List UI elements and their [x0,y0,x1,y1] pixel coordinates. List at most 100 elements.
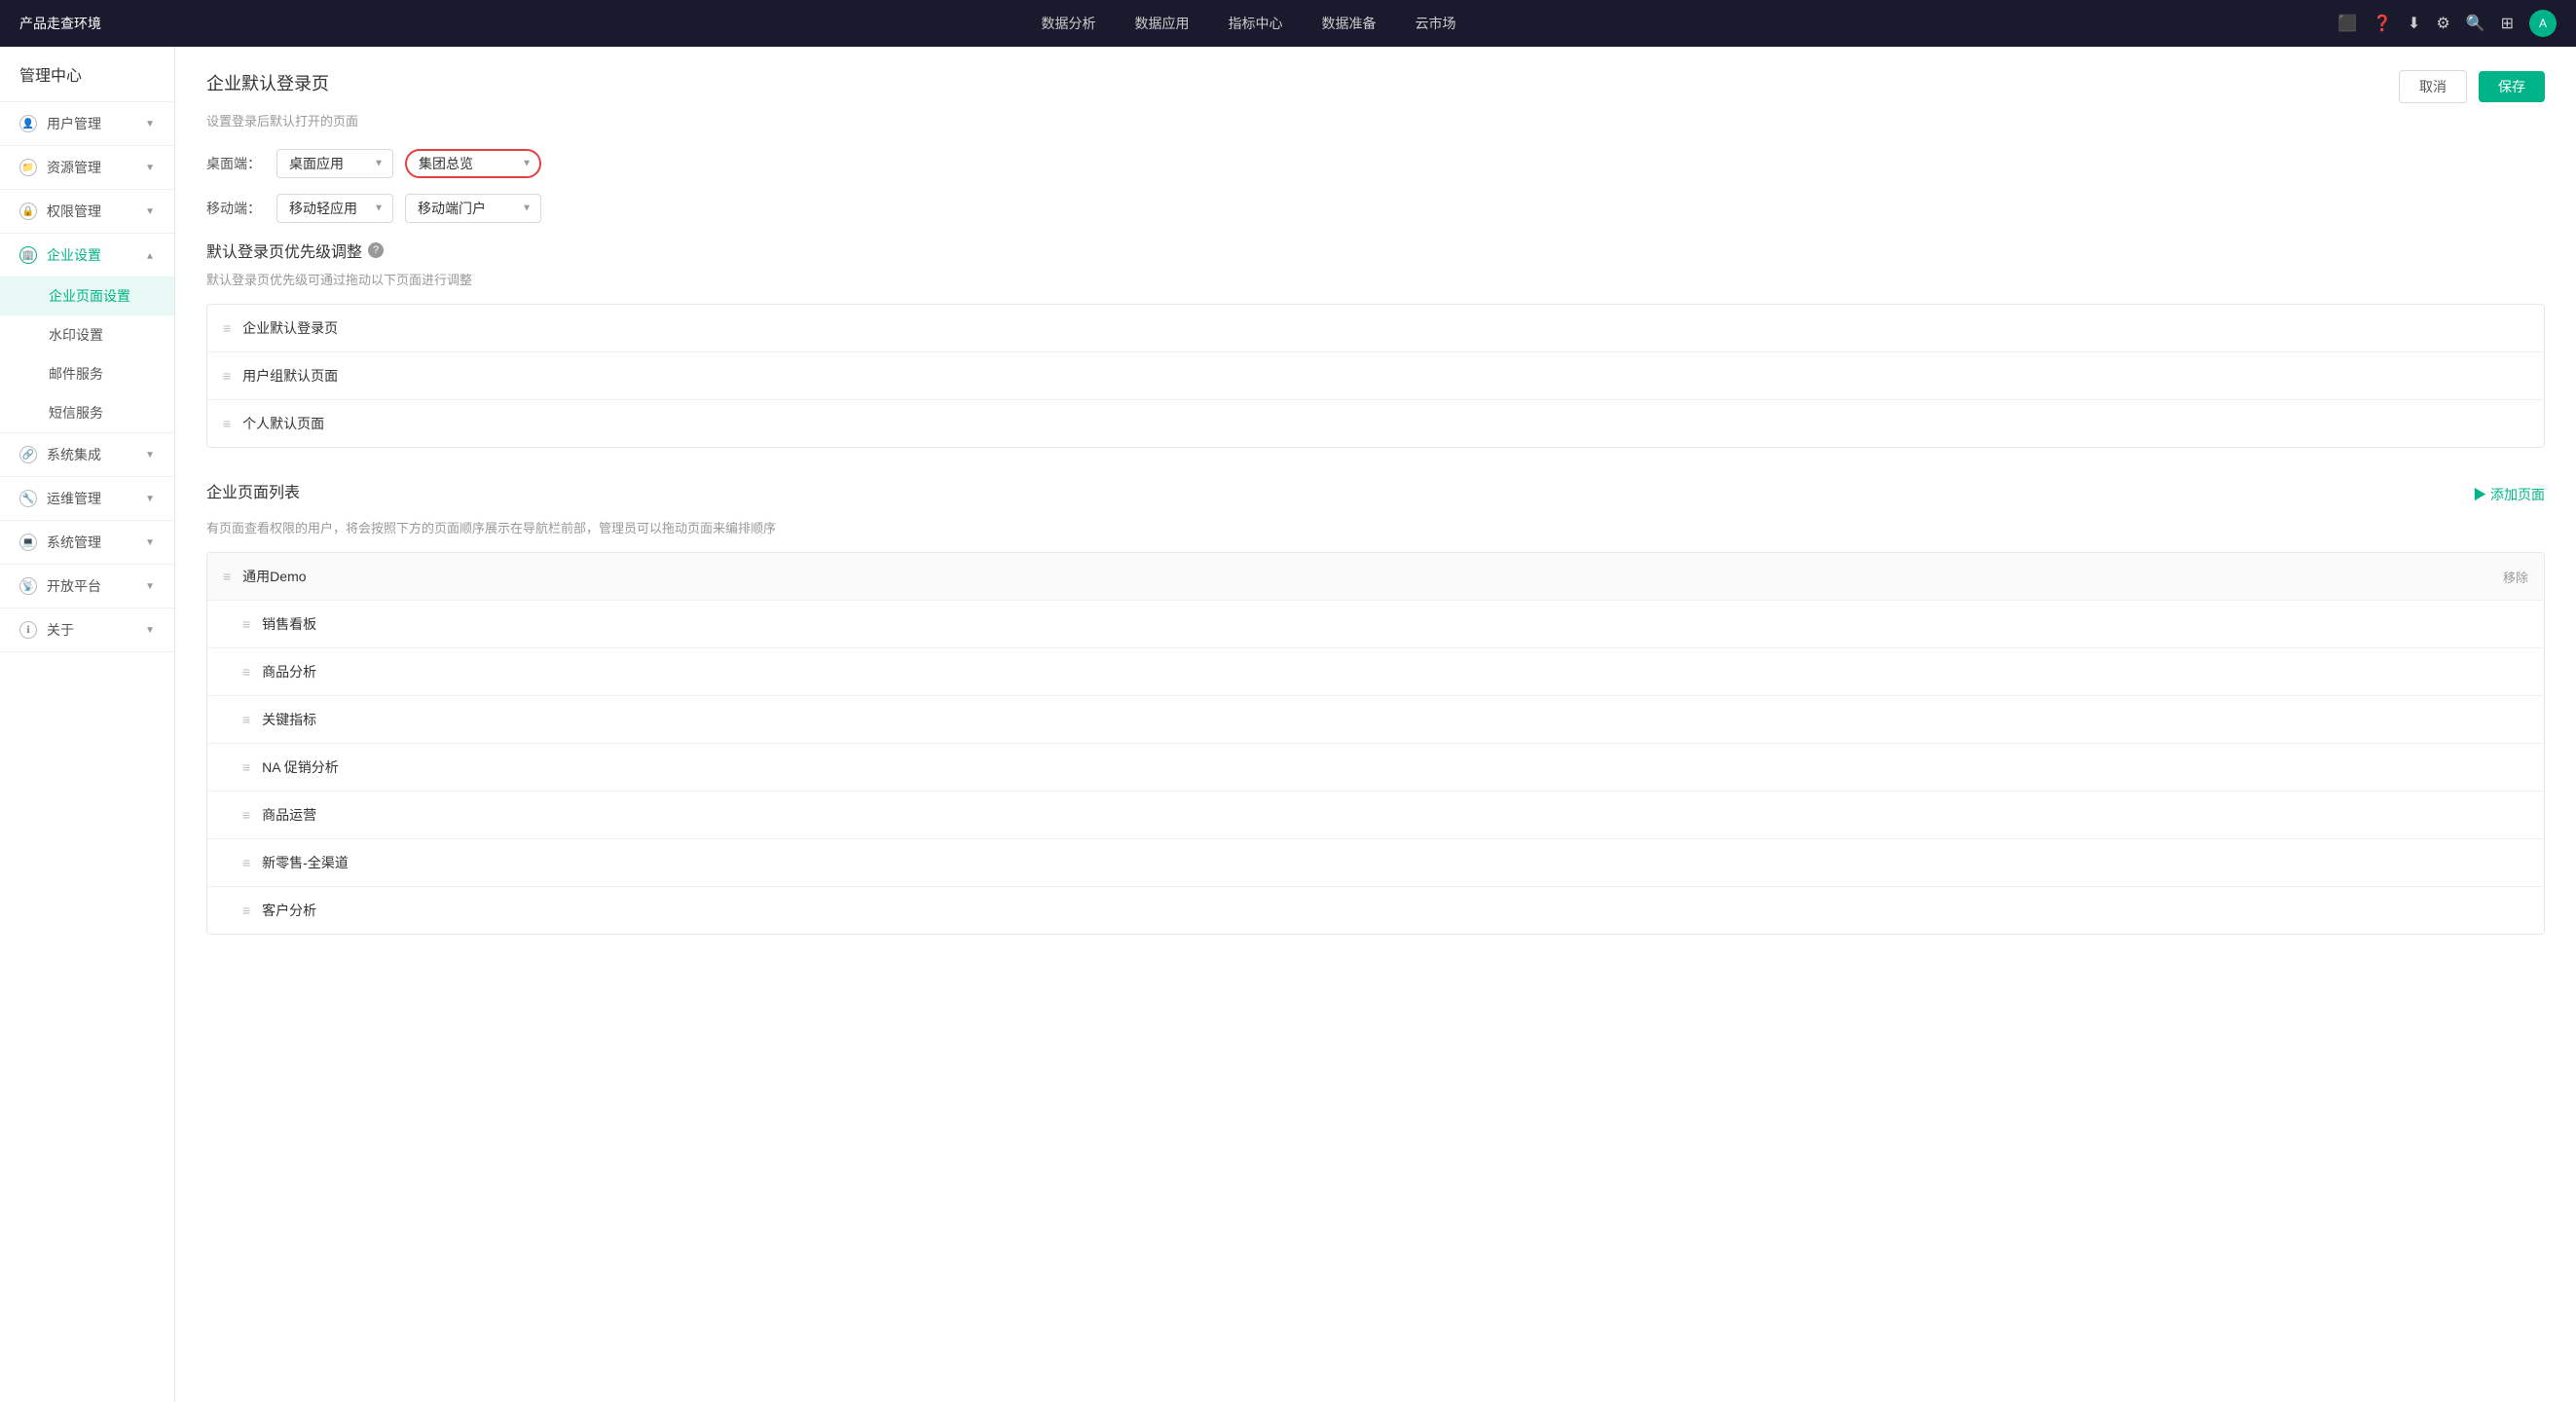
about-icon: ℹ [19,621,37,639]
sidebar-label-system-integration: 系统集成 [47,445,101,464]
page-group-general-demo: ≡ 通用Demo 移除 ≡ 销售看板 ≡ 商品分析 ≡ 关键指标 [207,553,2544,934]
sidebar-item-open-platform[interactable]: 📡 开放平台 ▼ [0,565,174,608]
permission-icon: 🔒 [19,203,37,220]
group-name-general-demo: 通用Demo [242,567,2491,586]
help-icon[interactable]: ❓ [2373,14,2392,33]
sidebar-group-system-integration: 🔗 系统集成 ▼ [0,433,174,477]
mobile-page-select[interactable]: 移动端门户 [405,194,541,223]
sidebar-group-open-platform: 📡 开放平台 ▼ [0,565,174,609]
priority-label-personal: 个人默认页面 [242,414,324,433]
chevron-permission-mgmt: ▼ [145,206,155,217]
layout: 管理中心 👤 用户管理 ▼ 📁 资源管理 ▼ [0,47,2576,1402]
page-name-na-promotion: NA 促销分析 [262,757,339,777]
drag-handle-group: ≡ [223,569,231,584]
nav-data-app[interactable]: 数据应用 [1135,10,1190,37]
sidebar-item-resource-mgmt[interactable]: 📁 资源管理 ▼ [0,146,174,189]
desktop-label: 桌面端： [206,154,265,173]
sidebar-label-about: 关于 [47,620,74,640]
save-button[interactable]: 保存 [2479,71,2545,102]
sidebar-sub-watermark-settings[interactable]: 水印设置 [0,315,174,354]
sidebar: 管理中心 👤 用户管理 ▼ 📁 资源管理 ▼ [0,47,175,1402]
cancel-button[interactable]: 取消 [2399,70,2467,103]
chevron-system-mgmt: ▼ [145,537,155,548]
sidebar-item-system-mgmt[interactable]: 💻 系统管理 ▼ [0,521,174,564]
page-item-new-retail[interactable]: ≡ 新零售-全渠道 [207,839,2544,887]
download-icon[interactable]: ⬇ [2408,14,2420,33]
page-list-subtitle: 有页面查看权限的用户，将会按照下方的页面顺序展示在导航栏前部，管理员可以拖动页面… [206,518,2545,536]
desktop-page-select-wrapper: 集团总览 ▼ [405,149,541,178]
drag-handle-customer-analysis: ≡ [242,903,250,918]
page-item-product-ops[interactable]: ≡ 商品运营 [207,792,2544,839]
priority-info-icon[interactable]: ? [368,242,384,258]
sidebar-sub-enterprise-page-settings[interactable]: 企业页面设置 [0,277,174,315]
monitor-icon[interactable]: ⬛ [2337,14,2357,33]
nav-metrics[interactable]: 指标中心 [1229,10,1283,37]
page-table: ≡ 通用Demo 移除 ≡ 销售看板 ≡ 商品分析 ≡ 关键指标 [206,552,2545,935]
chevron-enterprise-settings: ▼ [145,250,155,261]
chevron-user-mgmt: ▼ [145,119,155,129]
remove-group-button[interactable]: 移除 [2503,568,2528,586]
page-name-sales-dashboard: 销售看板 [262,614,316,634]
sidebar-item-permission-mgmt[interactable]: 🔒 权限管理 ▼ [0,190,174,233]
page-item-customer-analysis[interactable]: ≡ 客户分析 [207,887,2544,934]
open-icon: 📡 [19,577,37,595]
page-name-product-ops: 商品运营 [262,805,316,825]
sidebar-item-enterprise-settings[interactable]: 🏢 企业设置 ▼ [0,234,174,277]
page-name-product-analysis: 商品分析 [262,662,316,682]
sidebar-sub-sms-service[interactable]: 短信服务 [0,393,174,432]
page-header: 企业默认登录页 取消 保存 [206,70,2545,103]
page-list-section-header: 企业页面列表 ▶ 添加页面 [206,479,2545,510]
drag-handle-enterprise: ≡ [223,320,231,336]
integration-icon: 🔗 [19,446,37,463]
chevron-ops-mgmt: ▼ [145,494,155,504]
nav-cloud-market[interactable]: 云市场 [1416,10,1456,37]
page-name-new-retail: 新零售-全渠道 [262,853,349,872]
mobile-app-select[interactable]: 移动轻应用 [276,194,393,223]
drag-handle-na-promotion: ≡ [242,759,250,775]
desktop-page-select[interactable]: 集团总览 [405,149,541,178]
settings-icon[interactable]: ⚙ [2436,14,2449,33]
sidebar-item-about[interactable]: ℹ 关于 ▼ [0,609,174,651]
priority-item-personal[interactable]: ≡ 个人默认页面 [207,400,2544,447]
search-icon[interactable]: 🔍 [2466,14,2485,33]
desktop-app-select[interactable]: 桌面应用 [276,149,393,178]
page-item-key-metrics[interactable]: ≡ 关键指标 [207,696,2544,744]
mobile-label: 移动端： [206,199,265,218]
priority-list: ≡ 企业默认登录页 ≡ 用户组默认页面 ≡ 个人默认页面 [206,304,2545,448]
chevron-about: ▼ [145,625,155,636]
main-content: 企业默认登录页 取消 保存 设置登录后默认打开的页面 桌面端： 桌面应用 ▼ [175,47,2576,1402]
user-icon: 👤 [19,115,37,132]
drag-handle-key-metrics: ≡ [242,712,250,727]
sidebar-item-user-mgmt[interactable]: 👤 用户管理 ▼ [0,102,174,145]
priority-item-user-group[interactable]: ≡ 用户组默认页面 [207,352,2544,400]
add-page-button[interactable]: ▶ 添加页面 [2473,485,2545,504]
header-actions: 取消 保存 [2399,70,2545,103]
page-subtitle: 设置登录后默认打开的页面 [206,111,2545,129]
drag-handle-product-ops: ≡ [242,807,250,823]
ops-icon: 🔧 [19,490,37,507]
priority-item-enterprise[interactable]: ≡ 企业默认登录页 [207,305,2544,352]
sidebar-label-ops-mgmt: 运维管理 [47,489,101,508]
nav-data-analysis[interactable]: 数据分析 [1042,10,1096,37]
page-list-title: 企业页面列表 [206,479,300,502]
sidebar-item-system-integration[interactable]: 🔗 系统集成 ▼ [0,433,174,476]
page-group-header-general-demo[interactable]: ≡ 通用Demo 移除 [207,553,2544,601]
sidebar-sub-email-service[interactable]: 邮件服务 [0,354,174,393]
sidebar-label-resource-mgmt: 资源管理 [47,158,101,177]
page-item-product-analysis[interactable]: ≡ 商品分析 [207,648,2544,696]
sidebar-label-open-platform: 开放平台 [47,576,101,596]
page-name-customer-analysis: 客户分析 [262,901,316,920]
grid-icon[interactable]: ⊞ [2501,14,2514,33]
avatar[interactable]: A [2529,10,2557,37]
chevron-system-integration: ▼ [145,450,155,461]
nav-data-prep[interactable]: 数据准备 [1322,10,1377,37]
resource-icon: 📁 [19,159,37,176]
page-item-na-promotion[interactable]: ≡ NA 促销分析 [207,744,2544,792]
mobile-app-select-wrapper: 移动轻应用 ▼ [276,194,393,223]
priority-section-title: 默认登录页优先级调整 ? [206,239,2545,262]
sidebar-item-ops-mgmt[interactable]: 🔧 运维管理 ▼ [0,477,174,520]
priority-label-user-group: 用户组默认页面 [242,366,338,386]
sidebar-group-permission-mgmt: 🔒 权限管理 ▼ [0,190,174,234]
sidebar-label-user-mgmt: 用户管理 [47,114,101,133]
page-item-sales-dashboard[interactable]: ≡ 销售看板 [207,601,2544,648]
